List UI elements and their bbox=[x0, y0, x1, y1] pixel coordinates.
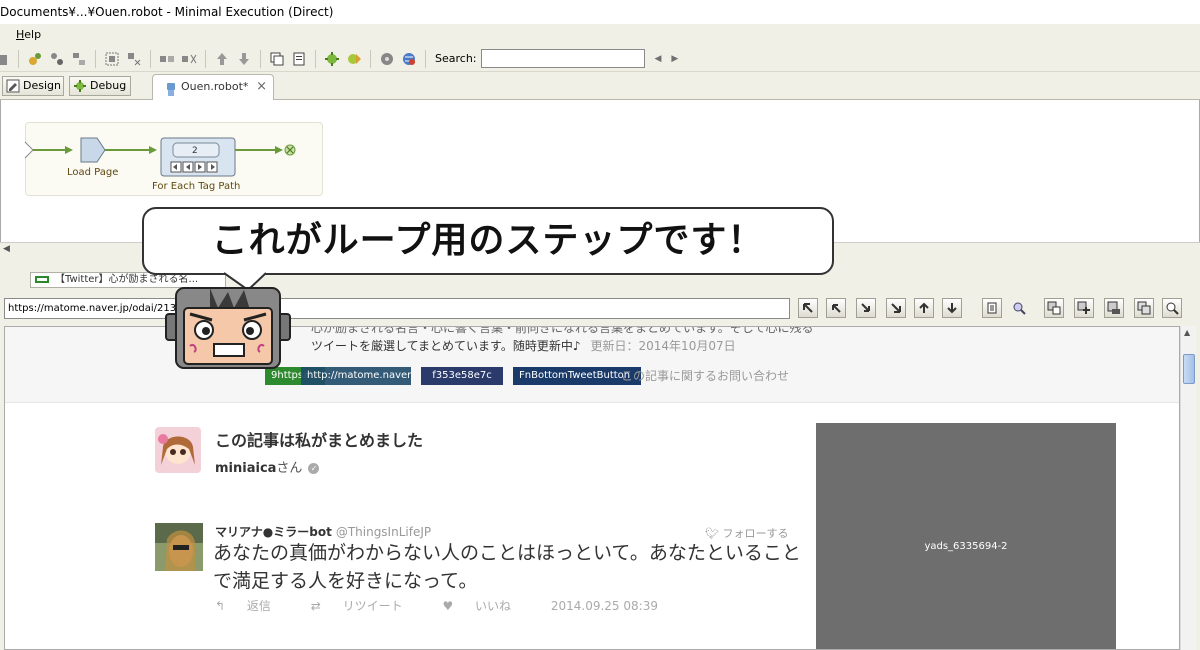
author-avatar[interactable] bbox=[155, 427, 201, 473]
arrow-down-icon[interactable] bbox=[942, 298, 962, 318]
tab-label: Ouen.robot* bbox=[181, 80, 249, 93]
document-icon[interactable] bbox=[982, 298, 1002, 318]
disconnect-icon[interactable] bbox=[181, 51, 197, 67]
clip-icon[interactable] bbox=[1104, 298, 1124, 318]
load-page-step[interactable] bbox=[80, 137, 106, 163]
header-cut-text: 心が励まされる名言・心に響く言葉・前向きになれる言葉をまとめています。そして心に… bbox=[311, 326, 814, 335]
page-icon bbox=[35, 276, 49, 283]
robot-mascot-icon bbox=[165, 287, 291, 369]
ad-placeholder[interactable]: yads_6335694-2 bbox=[816, 423, 1116, 649]
tweet-author: マリアナ●ミラーbot @ThingsInLifeJP bbox=[215, 523, 431, 540]
author-title: この記事は私がまとめました bbox=[215, 431, 424, 450]
debug-view-label: Debug bbox=[90, 79, 127, 92]
search-next-icon[interactable]: ▶ bbox=[671, 54, 678, 64]
loop-count: 2 bbox=[192, 146, 198, 156]
view-tabs: Design Debug Ouen.robot* × bbox=[0, 72, 1200, 100]
design-view-button[interactable]: Design bbox=[2, 76, 64, 96]
scroll-up-icon[interactable]: ▲ bbox=[1184, 328, 1190, 337]
paste-icon[interactable] bbox=[291, 51, 307, 67]
delete-icon[interactable] bbox=[0, 51, 10, 67]
web-vertical-scrollbar[interactable]: ▲ bbox=[1180, 326, 1196, 650]
group-icon[interactable] bbox=[104, 51, 120, 67]
arrow-up-left-icon[interactable] bbox=[826, 298, 846, 318]
highlight-chip-3: f353e58e7c bbox=[421, 367, 503, 385]
author-name[interactable]: miniaica bbox=[215, 461, 276, 476]
load-page-label: Load Page bbox=[67, 167, 119, 178]
main-toolbar: Search: ◀ ▶ bbox=[0, 46, 1200, 72]
select-down-right-icon[interactable] bbox=[886, 298, 906, 318]
author-suffix: さん bbox=[276, 461, 303, 476]
design-icon bbox=[6, 79, 20, 93]
debug-view-button[interactable]: Debug bbox=[69, 76, 131, 96]
move-down-icon[interactable] bbox=[236, 51, 252, 67]
flow-arrowhead-1 bbox=[65, 146, 73, 154]
tweet-handle[interactable]: @ThingsInLifeJP bbox=[336, 525, 431, 539]
menu-bar: Help bbox=[0, 24, 1200, 46]
arrow-up-icon[interactable] bbox=[914, 298, 934, 318]
add-branch-icon[interactable] bbox=[49, 51, 65, 67]
retweet-icon: ⇄ bbox=[310, 599, 325, 613]
menu-help[interactable]: Help bbox=[16, 24, 41, 46]
web-view: 心が励まされる名言・心に響く言葉・前向きになれる言葉をまとめています。そして心に… bbox=[4, 326, 1180, 650]
design-view-label: Design bbox=[23, 79, 61, 92]
scroll-thumb[interactable] bbox=[1183, 354, 1195, 384]
flow-arrowhead-3 bbox=[275, 146, 283, 154]
select-up-left-icon[interactable] bbox=[798, 298, 818, 318]
tweet-actions: ↰ 返信 ⇄ リツイート ♥ いいね 2014.09.25 08:39 bbox=[215, 597, 676, 614]
tweet-time[interactable]: 2014.09.25 08:39 bbox=[551, 599, 658, 613]
like-action[interactable]: ♥ いいね bbox=[442, 599, 529, 613]
tweet-avatar[interactable] bbox=[155, 523, 203, 571]
page-description: ツイートを厳選してまとめています。随時更新中♪ 更新日：2014年10月07日 bbox=[311, 337, 736, 354]
highlight-chip-2: http://matome.naver.jp/odai bbox=[301, 367, 411, 385]
search-label: Search: bbox=[435, 52, 477, 65]
tab-ouen-robot[interactable]: Ouen.robot* × bbox=[152, 74, 274, 100]
settings-icon[interactable] bbox=[379, 51, 395, 67]
for-each-label: For Each Tag Path bbox=[152, 181, 241, 192]
reply-label: 返信 bbox=[246, 599, 271, 613]
tweet-author-name[interactable]: マリアナ●ミラーbot bbox=[215, 525, 332, 539]
url-field[interactable] bbox=[4, 298, 790, 319]
flow-start-marker bbox=[24, 141, 34, 159]
reply-action[interactable]: ↰ 返信 bbox=[215, 599, 289, 613]
robot-file-icon bbox=[165, 81, 177, 96]
contact-link[interactable]: この記事に関するお問い合わせ bbox=[621, 367, 789, 385]
add-step-icon[interactable] bbox=[27, 51, 43, 67]
extract-icon[interactable] bbox=[1044, 298, 1064, 318]
search-input[interactable] bbox=[480, 49, 645, 68]
arrow-down-right-icon[interactable] bbox=[856, 298, 876, 318]
close-tab-icon[interactable]: × bbox=[256, 75, 267, 99]
globe-icon[interactable] bbox=[401, 51, 417, 67]
find-icon[interactable] bbox=[1012, 301, 1026, 318]
ungroup-icon[interactable] bbox=[126, 51, 142, 67]
run-icon[interactable] bbox=[324, 51, 340, 67]
like-label: いいね bbox=[475, 599, 512, 613]
tweet-text: あなたの真価がわからない人のことはほっといて。あなたといることで満足する人を好き… bbox=[213, 542, 801, 592]
flow-arrowhead-2 bbox=[149, 146, 157, 154]
window-icon[interactable] bbox=[1134, 298, 1154, 318]
copy-icon[interactable] bbox=[269, 51, 285, 67]
add-extract-icon[interactable] bbox=[1074, 298, 1094, 318]
debug-run-icon[interactable] bbox=[346, 51, 362, 67]
zoom-icon[interactable] bbox=[1162, 298, 1182, 318]
verified-icon: ✓ bbox=[308, 463, 320, 474]
ad-label: yads_6335694-2 bbox=[924, 541, 1008, 552]
search-prev-icon[interactable]: ◀ bbox=[655, 54, 662, 64]
add-action-icon[interactable] bbox=[71, 51, 87, 67]
connect-icon[interactable] bbox=[159, 51, 175, 67]
updated-date: 更新日：2014年10月07日 bbox=[590, 339, 736, 353]
window-title: Documents¥...¥Ouen.robot - Minimal Execu… bbox=[0, 0, 1200, 24]
move-up-icon[interactable] bbox=[214, 51, 230, 67]
retweet-label: リツイート bbox=[342, 599, 403, 613]
author-name-row: miniaicaさん ✓ bbox=[215, 457, 320, 476]
retweet-action[interactable]: ⇄ リツイート bbox=[311, 599, 421, 613]
heart-icon: ♥ bbox=[442, 599, 458, 613]
callout-bubble: これがループ用のステップです！ bbox=[142, 207, 834, 275]
reply-icon: ↰ bbox=[215, 599, 229, 613]
description-text: ツイートを厳選してまとめています。随時更新中♪ bbox=[311, 339, 581, 353]
scroll-left-icon[interactable]: ◀ bbox=[3, 244, 10, 254]
debug-icon bbox=[73, 79, 87, 93]
